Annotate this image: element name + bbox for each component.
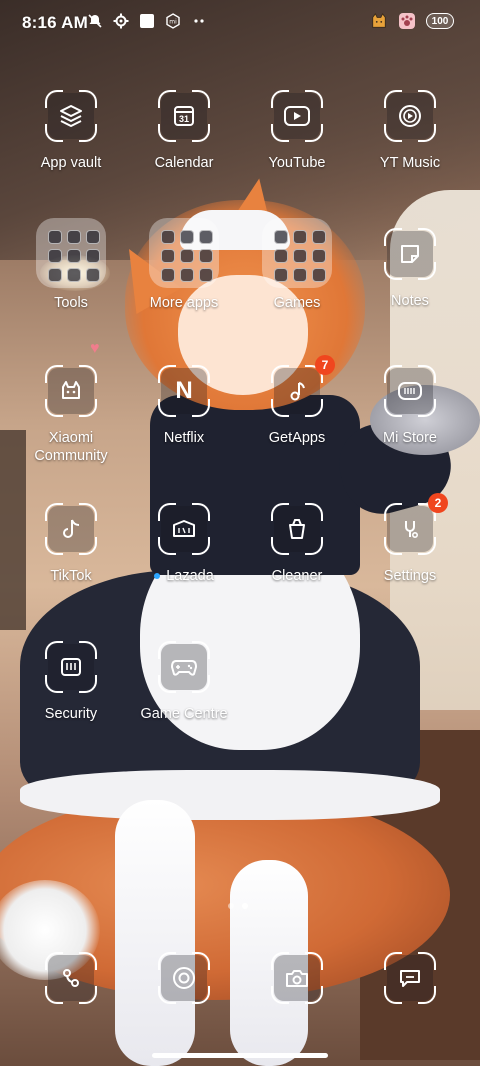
app-label: Calendar xyxy=(154,155,214,171)
cleaner-icon xyxy=(271,503,323,555)
folder-icon xyxy=(262,218,332,288)
messages-icon xyxy=(384,952,436,1004)
battery-indicator: 100 xyxy=(426,13,454,29)
lazada-icon xyxy=(158,503,210,555)
layers-icon xyxy=(45,90,97,142)
app-xiaomi-community[interactable]: Xiaomi Community xyxy=(16,365,126,465)
app-label: Security xyxy=(44,706,98,722)
app-label: Cleaner xyxy=(271,568,323,584)
app-calendar[interactable]: 31 Calendar xyxy=(129,90,239,172)
app-label-text: Lazada xyxy=(166,568,214,584)
new-indicator-dot xyxy=(154,573,161,580)
mute-bell-icon xyxy=(86,12,104,30)
app-notes[interactable]: Notes xyxy=(355,228,465,310)
more-dots-icon xyxy=(190,12,208,30)
app-cleaner[interactable]: Cleaner xyxy=(242,503,352,585)
app-label: Tools xyxy=(54,295,88,311)
store-icon xyxy=(384,365,436,417)
page-indicator xyxy=(228,903,248,909)
browser-icon xyxy=(158,952,210,1004)
music-play-icon xyxy=(384,90,436,142)
app-yt-music[interactable]: YT Music xyxy=(355,90,465,172)
square-icon xyxy=(138,12,156,30)
folder-icon xyxy=(149,218,219,288)
home-indicator-bar[interactable] xyxy=(152,1053,328,1058)
dock-phone[interactable] xyxy=(16,952,126,1004)
app-security[interactable]: Security xyxy=(16,641,126,723)
app-netflix[interactable]: N Netflix xyxy=(129,365,239,447)
notification-badge: 2 xyxy=(428,493,448,513)
app-label: GetApps xyxy=(268,430,326,446)
security-icon xyxy=(45,641,97,693)
app-app-vault[interactable]: App vault xyxy=(16,90,126,172)
app-label: Game Centre xyxy=(140,706,228,722)
gear-icon xyxy=(112,12,130,30)
folder-tools[interactable]: Tools xyxy=(16,218,126,312)
play-icon xyxy=(271,90,323,142)
note-icon xyxy=(384,228,436,280)
page-dot xyxy=(228,903,234,909)
dock-messages[interactable] xyxy=(355,952,465,1004)
notification-badge: 7 xyxy=(315,355,335,375)
app-label: Games xyxy=(273,295,321,311)
status-time: 8:16 AM xyxy=(22,13,88,32)
cat-app-icon xyxy=(370,12,388,30)
community-icon xyxy=(45,365,97,417)
app-mi-store[interactable]: Mi Store xyxy=(355,365,465,447)
app-label: TikTok xyxy=(50,568,92,584)
settings-icon: 2 xyxy=(384,493,448,555)
status-bar: 8:16 AM mi 100 xyxy=(0,0,480,46)
svg-text:mi: mi xyxy=(169,19,177,26)
tiktok-icon xyxy=(45,503,97,555)
getapps-icon: 7 xyxy=(271,355,335,417)
app-tiktok[interactable]: TikTok xyxy=(16,503,126,585)
app-youtube[interactable]: YouTube xyxy=(242,90,352,172)
folder-games[interactable]: Games xyxy=(242,218,352,312)
page-dot-active xyxy=(242,903,248,909)
app-label: More apps xyxy=(149,295,219,311)
app-label: Xiaomi Community xyxy=(34,430,108,464)
app-label: Netflix xyxy=(163,430,205,446)
dock-browser[interactable] xyxy=(129,952,239,1004)
phone-icon xyxy=(45,952,97,1004)
calendar-icon: 31 xyxy=(158,90,210,142)
gamepad-icon xyxy=(158,641,210,693)
mi-icon: mi xyxy=(164,12,182,30)
dock-camera[interactable] xyxy=(242,952,352,1004)
netflix-glyph: N xyxy=(175,377,193,404)
camera-icon xyxy=(271,952,323,1004)
app-getapps[interactable]: 7 GetApps xyxy=(242,355,352,447)
app-label: YT Music xyxy=(379,155,441,171)
folder-icon xyxy=(36,218,106,288)
app-settings[interactable]: 2 Settings xyxy=(355,493,465,585)
app-game-centre[interactable]: Game Centre xyxy=(129,641,239,723)
app-label: Notes xyxy=(391,293,429,309)
app-label: App vault xyxy=(40,155,102,171)
app-lazada[interactable]: Lazada xyxy=(129,503,239,585)
app-label: YouTube xyxy=(268,155,326,171)
folder-more-apps[interactable]: More apps xyxy=(129,218,239,312)
netflix-icon: N xyxy=(158,365,210,417)
app-label: Settings xyxy=(383,568,437,584)
paw-app-icon xyxy=(398,12,416,30)
app-label: Mi Store xyxy=(383,430,437,446)
app-label: Lazada xyxy=(129,567,239,585)
calendar-date: 31 xyxy=(178,114,189,124)
